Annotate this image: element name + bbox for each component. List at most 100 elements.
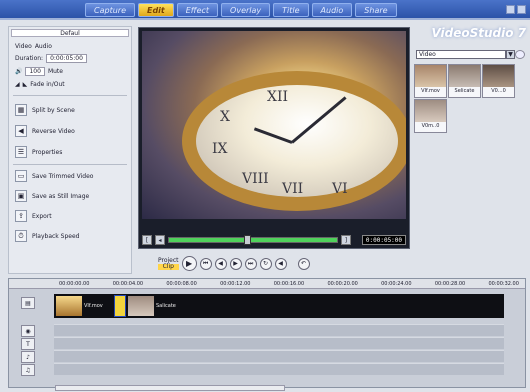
thumbnail-label: V0m..0 — [421, 123, 440, 129]
title-track-icon[interactable]: T — [21, 338, 35, 350]
chevron-down-icon[interactable]: ▼ — [506, 50, 515, 59]
player-controls: Project Clip ▶ ⏮ ◀ ▶ ⏭ ↻ ◀ ↶ — [158, 256, 310, 271]
duration-field[interactable]: 0:00:05:00 — [46, 54, 87, 63]
divider — [13, 164, 127, 165]
playback-speed-button[interactable]: ⏱ Playback Speed — [15, 229, 80, 243]
library-panel: VideoStudio 7 Video ▼ VIf.mov Selicate V… — [414, 26, 526, 274]
time-ruler[interactable]: 00:00:00.00 00:00:04.00 00:00:08.00 00:0… — [59, 281, 519, 289]
transition-marker[interactable] — [114, 295, 126, 317]
video-overlay-track-icon[interactable]: ◉ — [21, 325, 35, 337]
tab-capture[interactable]: Capture — [85, 3, 135, 17]
watch-numeral: VII — [282, 181, 304, 197]
trim-slider[interactable] — [168, 235, 338, 245]
timecode-display[interactable]: 0:00:05:00 — [361, 235, 407, 245]
timeline-scrollbar[interactable] — [55, 385, 285, 391]
clip-label[interactable]: Clip — [158, 263, 179, 270]
options-panel: Defaul Video Audio Duration: 0:00:05:00 … — [8, 26, 132, 274]
video-track-icon[interactable]: ▤ — [21, 297, 35, 309]
export-button[interactable]: ⇪ Export — [15, 209, 52, 223]
clip-label: VIf.mov — [84, 303, 103, 309]
duration-label: Duration: — [15, 55, 44, 62]
music-track-icon[interactable]: ♫ — [21, 364, 35, 376]
tab-title[interactable]: Title — [273, 3, 309, 17]
clip-thumbnail — [128, 296, 154, 316]
ruler-tick: 00:00:28.00 — [434, 281, 466, 287]
thumbnail-image — [415, 65, 446, 87]
volume-row: 🔊 100 Mute — [15, 67, 63, 76]
play-button[interactable]: ▶ — [181, 256, 197, 271]
mark-out-button[interactable]: ] — [340, 235, 351, 245]
timeline-clip[interactable]: Salicate — [128, 295, 184, 317]
undo-button[interactable]: ↶ — [297, 257, 310, 270]
clip-thumbnail — [56, 296, 82, 316]
save-trimmed-video-button[interactable]: ▭ Save Trimmed Video — [15, 169, 93, 183]
voice-track[interactable] — [54, 350, 504, 362]
close-button[interactable] — [517, 5, 526, 14]
watch-numeral: X — [220, 109, 230, 125]
add-library-item-button[interactable] — [515, 50, 525, 59]
home-button[interactable]: ⏮ — [199, 257, 212, 270]
tab-effect[interactable]: Effect — [176, 3, 219, 17]
duration-row: Duration: 0:00:05:00 — [15, 54, 87, 63]
scrub-handle[interactable] — [244, 235, 251, 245]
repeat-button[interactable]: ↻ — [259, 257, 272, 270]
tab-share[interactable]: Share — [355, 3, 397, 17]
next-frame-button[interactable]: ▶ — [229, 257, 242, 270]
library-thumbnail[interactable]: Selicate — [448, 64, 481, 98]
video-track[interactable]: VIf.mov Salicate — [54, 294, 504, 318]
reverse-video-label: Reverse Video — [32, 127, 75, 135]
panel-header: Defaul — [11, 29, 129, 37]
export-label: Export — [32, 212, 52, 220]
reverse-video-button[interactable]: ◀ Reverse Video — [15, 124, 75, 138]
music-track[interactable] — [54, 363, 504, 375]
properties-button[interactable]: ☰ Properties — [15, 145, 62, 159]
minimize-button[interactable] — [506, 5, 515, 14]
preview-window: XII X IX VIII VII VI [ ◂ ] 0:00:05:00 — [138, 27, 410, 249]
mute-label[interactable]: Mute — [48, 68, 63, 75]
ruler-tick: 00:00:16.00 — [273, 281, 305, 287]
save-trimmed-video-label: Save Trimmed Video — [32, 172, 94, 180]
tab-audio[interactable]: Audio — [311, 3, 353, 17]
mark-in-button[interactable]: [ — [142, 235, 152, 245]
thumbnail-label: V0...0 — [491, 88, 506, 94]
previous-frame-button[interactable]: ◀ — [214, 257, 227, 270]
ruler-tick: 00:00:24.00 — [381, 281, 412, 287]
volume-button[interactable]: ◀ — [274, 257, 287, 270]
watch-numeral: VIII — [242, 171, 269, 187]
fade-label: Fade in/Out — [30, 81, 65, 88]
trim-range — [169, 238, 337, 242]
library-category-select[interactable]: Video — [416, 50, 506, 59]
fade-row: ◢ ◣ Fade in/Out — [15, 81, 65, 88]
ruler-tick: 00:00:20.00 — [327, 281, 358, 287]
timeline-panel: 00:00:00.00 00:00:04.00 00:00:08.00 00:0… — [8, 278, 526, 391]
speaker-icon: 🔊 — [15, 68, 23, 75]
split-by-scene-button[interactable]: ▦ Split by Scene — [15, 103, 75, 117]
step-bar: Capture Edit Effect Overlay Title Audio … — [0, 0, 530, 20]
thumbnail-image — [449, 65, 480, 87]
fade-out-icon[interactable]: ◣ — [23, 81, 28, 88]
tab-overlay[interactable]: Overlay — [221, 3, 271, 17]
tab-edit[interactable]: Edit — [137, 3, 174, 17]
tab-video[interactable]: Video — [15, 43, 32, 50]
library-thumbnail[interactable]: VIf.mov — [414, 64, 447, 98]
volume-field[interactable]: 100 — [25, 67, 45, 76]
save-still-image-button[interactable]: ▣ Save as Still Image — [15, 189, 89, 203]
thumbnail-label: Selicate — [454, 88, 475, 94]
end-button[interactable]: ⏭ — [244, 257, 257, 270]
voice-track-icon[interactable]: ♪ — [21, 351, 35, 363]
library-thumbnail[interactable]: V0...0 — [482, 64, 515, 98]
fade-in-icon[interactable]: ◢ — [15, 81, 20, 88]
step-back-icon[interactable]: ◂ — [155, 235, 165, 245]
title-track[interactable] — [54, 337, 504, 349]
ruler-tick: 00:00:08.00 — [166, 281, 197, 287]
overlay-track[interactable] — [54, 324, 504, 336]
timeline-clip[interactable]: VIf.mov — [56, 295, 112, 317]
playback-speed-label: Playback Speed — [32, 232, 80, 240]
thumbnail-image — [483, 65, 514, 87]
tab-audio-options[interactable]: Audio — [35, 43, 52, 50]
save-still-image-label: Save as Still Image — [32, 192, 90, 200]
film-icon: ▭ — [15, 170, 27, 182]
mode-switch[interactable]: Project Clip — [158, 257, 179, 270]
library-thumbnail[interactable]: V0m..0 — [414, 99, 447, 133]
tab-row: Video Audio — [15, 43, 52, 50]
